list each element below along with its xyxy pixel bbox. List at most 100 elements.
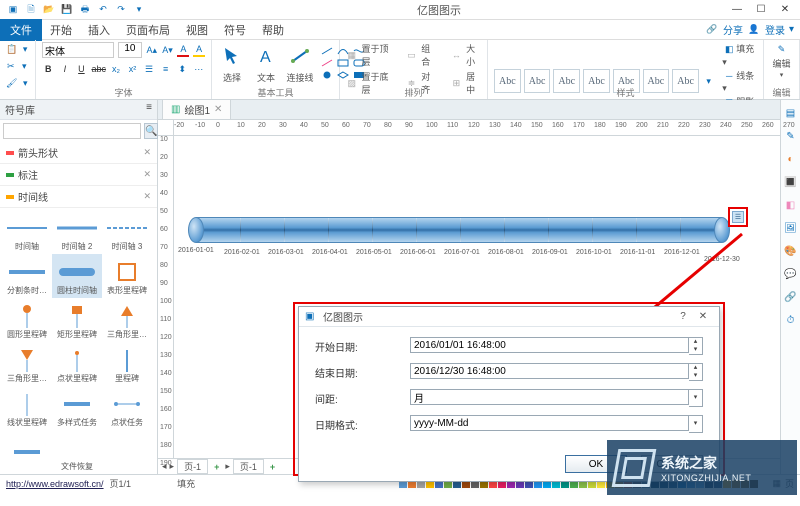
page-nav-icon[interactable]: ▸ (225, 461, 230, 472)
add-page-icon[interactable]: + (267, 462, 278, 472)
bring-front-icon[interactable]: ▦ (346, 48, 358, 62)
drawing-canvas[interactable]: www.pc.home.NET 2016-01-01 2016-02-01201… (174, 136, 780, 458)
tab-insert[interactable]: 插入 (80, 19, 118, 41)
close-icon[interactable]: ✕ (143, 191, 151, 202)
maximize-button[interactable]: ☐ (750, 2, 772, 18)
symbol-item[interactable]: 时间轴 (2, 210, 52, 254)
symbol-item[interactable]: 圆形里程碑 (2, 298, 52, 342)
text-tool[interactable]: A 文本 (252, 42, 280, 84)
add-page-icon[interactable]: + (211, 462, 222, 472)
dialog-help-icon[interactable]: ? (673, 311, 693, 322)
share-label[interactable]: 分享 (723, 22, 743, 37)
connector-tool[interactable]: 连接线 (286, 42, 314, 84)
spinner-icon[interactable]: ▴▾ (689, 337, 703, 355)
paste-dropdown-icon[interactable]: ▾ (21, 42, 29, 56)
symbol-item[interactable]: 表形里程碑 (102, 254, 152, 298)
symbol-item[interactable]: 文件恢复 (52, 430, 102, 474)
new-icon[interactable]: 🗎 (24, 3, 38, 17)
dropdown-icon[interactable]: ▾ (689, 415, 703, 433)
start-date-input[interactable] (410, 337, 689, 353)
tab-help[interactable]: 帮助 (254, 19, 292, 41)
italic-icon[interactable]: I (59, 62, 72, 76)
redo-icon[interactable]: ↷ (114, 3, 128, 17)
format-painter-icon[interactable]: 🖌 (6, 76, 17, 90)
close-icon[interactable]: ✕ (143, 147, 151, 158)
symbol-category[interactable]: 箭头形状✕ (0, 142, 157, 164)
login-dropdown-icon[interactable]: ▾ (789, 24, 794, 35)
tab-view[interactable]: 视图 (178, 19, 216, 41)
close-icon[interactable]: ✕ (143, 169, 151, 180)
tab-page-layout[interactable]: 页面布局 (118, 19, 178, 41)
comment-icon[interactable]: 💬 (784, 267, 798, 281)
page-tab[interactable]: 页-1 (177, 459, 208, 474)
font-family-select[interactable]: 宋体 (42, 42, 114, 58)
symbol-item[interactable]: 三角形里… (102, 298, 152, 342)
tab-home[interactable]: 开始 (42, 19, 80, 41)
underline-icon[interactable]: U (75, 62, 88, 76)
end-date-input[interactable] (410, 363, 689, 379)
tab-symbol[interactable]: 符号 (216, 19, 254, 41)
image-icon[interactable]: 🖼 (784, 221, 798, 235)
undo-icon[interactable]: ↶ (96, 3, 110, 17)
cut-dropdown-icon[interactable]: ▾ (20, 59, 30, 73)
page-tab[interactable]: 页-1 (233, 459, 264, 474)
bold-icon[interactable]: B (42, 62, 55, 76)
paste-icon[interactable]: 📋 (6, 42, 17, 56)
font-color-icon[interactable]: A (177, 43, 189, 57)
status-url[interactable]: http://www.edrawsoft.cn/ (6, 479, 104, 489)
symbol-item[interactable]: 多样式任务 (52, 386, 102, 430)
decrease-font-icon[interactable]: A▾ (162, 43, 174, 57)
search-icon[interactable]: 🔍 (144, 123, 158, 139)
format-icon[interactable]: ✎ (784, 129, 798, 143)
document-tab[interactable]: ▥绘图1✕ (162, 99, 231, 119)
highlight-icon[interactable]: A (193, 43, 205, 57)
panel-menu-icon[interactable]: ≡ (146, 102, 152, 117)
interval-select[interactable] (410, 389, 689, 405)
colors-icon[interactable]: ◧ (784, 198, 798, 212)
user-icon[interactable]: 👤 (747, 23, 761, 37)
layers-icon[interactable]: ▤ (784, 106, 798, 120)
select-tool[interactable]: 选择 (218, 42, 246, 84)
print-icon[interactable]: 🖶 (78, 3, 92, 17)
symbol-item[interactable]: 线状里程碑 (2, 386, 52, 430)
symbol-item[interactable]: 点状里程碑 (52, 342, 102, 386)
fill-button[interactable]: ◧填充▾ (722, 42, 757, 68)
sup-icon[interactable]: x² (126, 62, 139, 76)
symbol-item[interactable]: 点状任务 (102, 386, 152, 430)
close-icon[interactable]: ✕ (214, 104, 222, 115)
strike-icon[interactable]: abc (92, 62, 106, 76)
painter-dropdown-icon[interactable]: ▾ (21, 76, 29, 90)
more-font-icon[interactable]: ⋯ (193, 62, 206, 76)
font-size-select[interactable]: 10 (118, 42, 142, 58)
close-button[interactable]: ✕ (774, 2, 796, 18)
spinner-icon[interactable]: ▴▾ (689, 363, 703, 381)
dropdown-icon[interactable]: ▾ (689, 389, 703, 407)
symbol-category[interactable]: 时间线✕ (0, 186, 157, 208)
spacing-icon[interactable]: ⬍ (176, 62, 189, 76)
open-icon[interactable]: 📂 (42, 3, 56, 17)
symbol-category[interactable]: 标注✕ (0, 164, 157, 186)
hyperlink-icon[interactable]: 🔗 (784, 290, 798, 304)
symbol-item[interactable]: 里程碑 (102, 342, 152, 386)
dialog-close-icon[interactable]: ✕ (693, 311, 713, 322)
sub-icon[interactable]: x₂ (110, 62, 123, 76)
edit-button[interactable]: ✎ 编辑 ▾ (770, 42, 793, 79)
symbol-item[interactable]: 时间轴 3 (102, 210, 152, 254)
login-label[interactable]: 登录 (765, 22, 785, 37)
bullets-icon[interactable]: ☰ (143, 62, 156, 76)
size-icon[interactable]: ↔ (451, 48, 463, 62)
shape-circle-icon[interactable] (320, 70, 334, 80)
save-icon[interactable]: 💾 (60, 3, 74, 17)
share-icon[interactable]: 🔗 (705, 23, 719, 37)
symbol-item[interactable]: 矩形里程碑 (52, 298, 102, 342)
history-icon[interactable]: ⏱ (784, 313, 798, 327)
minimize-button[interactable]: — (726, 2, 748, 18)
symbol-item-selected[interactable]: 圆柱时间轴 (52, 254, 102, 298)
clipart-icon[interactable]: 🎨 (784, 244, 798, 258)
theme-icon[interactable]: 🔳 (784, 175, 798, 189)
align-icon[interactable]: ≡ (159, 62, 172, 76)
increase-font-icon[interactable]: A▴ (146, 43, 158, 57)
qat-dropdown-icon[interactable]: ▾ (132, 3, 146, 17)
symbol-item[interactable]: 三角形里… (2, 342, 52, 386)
symbol-item[interactable]: 分割条时… (2, 254, 52, 298)
